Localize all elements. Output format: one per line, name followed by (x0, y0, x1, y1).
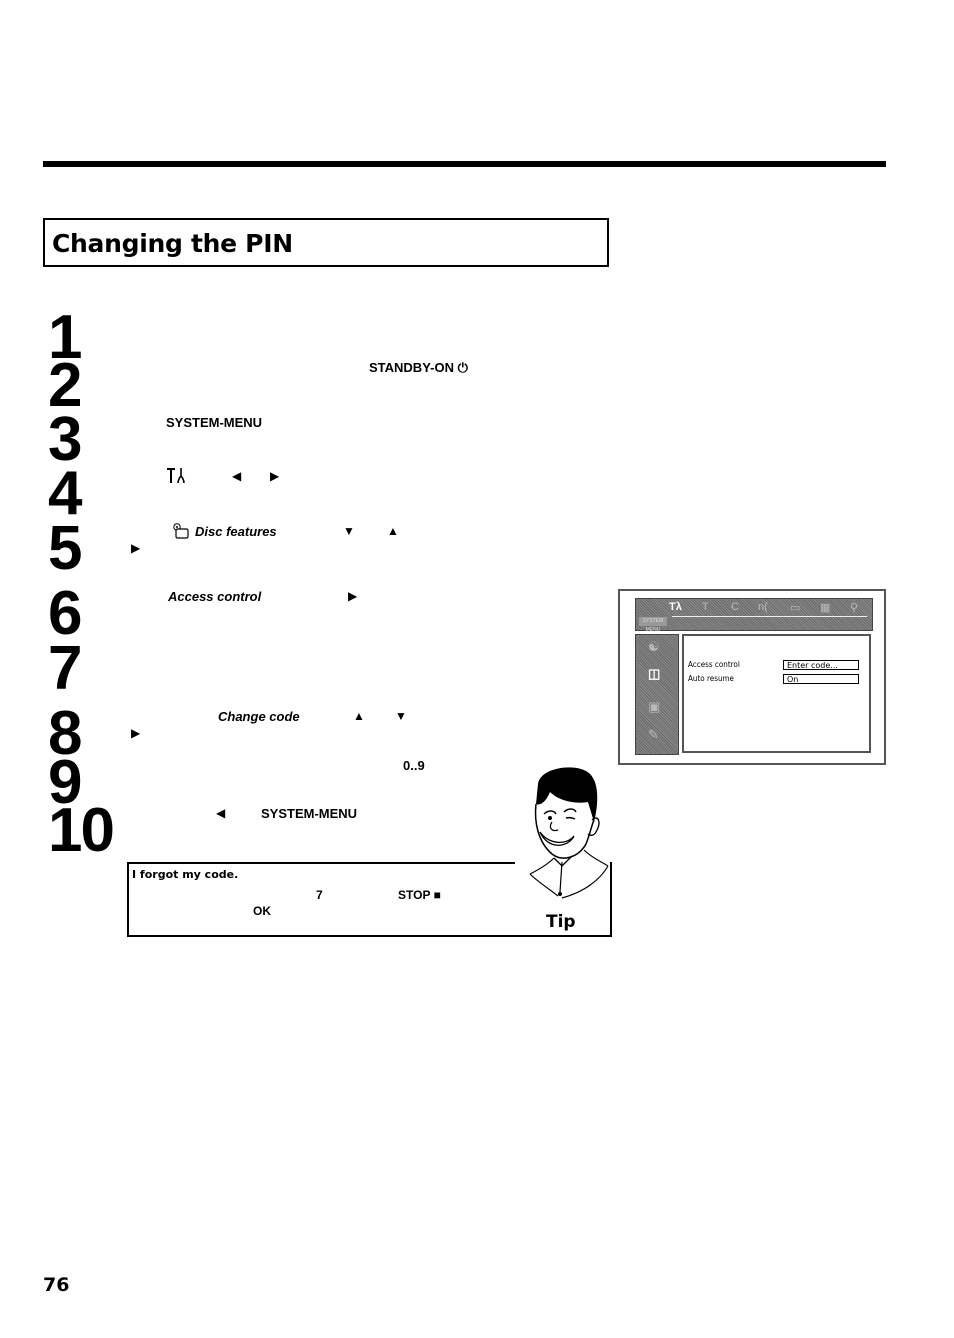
tip-title: I forgot my code. (132, 868, 239, 881)
osd-screenshot: Tλ T C n( ▭ ▦ ⚲ SYSTEM MENU ☯ ◫ ▣ ✎ Acce… (618, 589, 886, 765)
step-number: 7 (48, 634, 83, 703)
language-icon: n( (758, 601, 768, 613)
osd-row-label: Auto resume (688, 674, 734, 683)
osd-horizontal-arrow (672, 616, 867, 617)
disc-features-icon: ◫ (648, 666, 661, 681)
left-arrow-icon: ◀ (216, 806, 226, 820)
digit-keys: 0..9 (403, 758, 425, 773)
tip-mascot-illustration (518, 762, 610, 912)
right-arrow-icon: ▶ (270, 469, 280, 483)
step-number: 5 (48, 514, 83, 583)
standby-on-key: STANDBY-ON ⏻ (369, 360, 468, 375)
osd-system-menu-label: SYSTEM MENU (639, 617, 667, 633)
right-arrow-icon: ▶ (131, 541, 141, 555)
lock-icon: ☯ (648, 639, 660, 654)
osd-settings-panel: Access control Enter code... Auto resume… (682, 634, 871, 753)
menu-item-access-control: Access control (168, 589, 262, 604)
osd-top-menu-bar: Tλ T C n( ▭ ▦ ⚲ SYSTEM MENU (635, 598, 873, 633)
wrench-icon: ✎ (648, 727, 659, 742)
section-title: Changing the PIN (52, 229, 293, 258)
up-arrow-icon: ▲ (387, 524, 399, 538)
zoom-icon: ⚲ (850, 602, 859, 614)
disc-features-icon (172, 523, 190, 544)
tip-key-stop: STOP ■ (398, 888, 441, 902)
up-arrow-icon: ▲ (353, 709, 365, 723)
tools-icon (166, 467, 188, 489)
section-title-box: Changing the PIN (43, 218, 609, 267)
right-arrow-icon: ▶ (348, 589, 358, 603)
system-menu-key: SYSTEM-MENU (166, 415, 263, 430)
tip-key-7: 7 (316, 888, 323, 902)
sound-icon: C (731, 601, 739, 613)
osd-side-menu: ☯ ◫ ▣ ✎ (635, 634, 679, 755)
menu-item-change-code: Change code (218, 709, 300, 724)
osd-row-label: Access control (688, 660, 740, 669)
camera-icon: ▦ (820, 602, 831, 614)
down-arrow-icon: ▼ (343, 524, 355, 538)
page-number: 76 (43, 1274, 70, 1296)
step-number: 10 (48, 796, 115, 865)
right-arrow-icon: ▶ (131, 726, 141, 740)
tools-icon: Tλ (669, 601, 682, 613)
down-arrow-icon: ▼ (395, 709, 407, 723)
menu-item-disc-features: Disc features (195, 524, 277, 539)
tv-icon: ▣ (648, 699, 661, 714)
screen-icon: ▭ (790, 602, 801, 614)
osd-row-value: On (783, 674, 859, 684)
tip-label: Tip (546, 912, 576, 932)
picture-icon: T (702, 601, 709, 613)
top-rule (43, 161, 886, 167)
left-arrow-icon: ◀ (232, 469, 242, 483)
osd-row-value: Enter code... (783, 660, 859, 670)
system-menu-key: SYSTEM-MENU (261, 806, 358, 821)
tip-key-ok: OK (253, 904, 271, 918)
